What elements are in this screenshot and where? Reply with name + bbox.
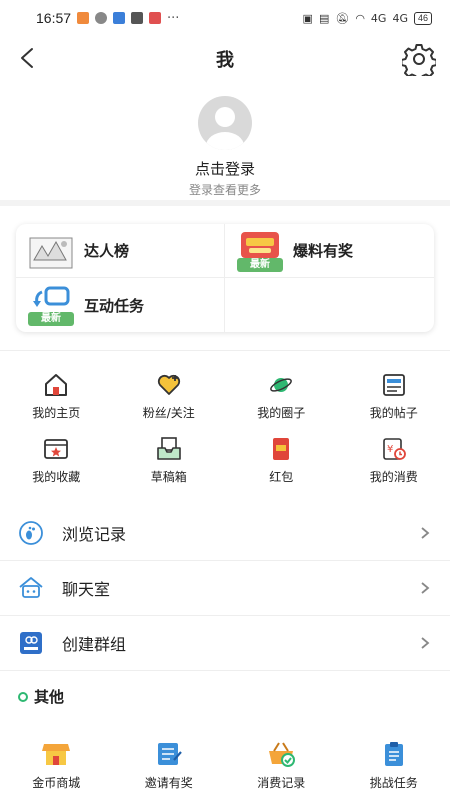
- svg-text:¥: ¥: [387, 444, 393, 455]
- chatroom-icon: [19, 577, 43, 598]
- chevron-right-icon: [421, 527, 430, 539]
- card-empty: [225, 278, 434, 332]
- reward-icon: 最新: [237, 230, 283, 272]
- grid-label: 挑战任务: [369, 776, 418, 790]
- login-link[interactable]: 点击登录: [195, 158, 255, 179]
- card-label: 达人榜: [84, 242, 130, 260]
- back-arrow-icon[interactable]: [16, 46, 40, 70]
- shop-icon: [42, 744, 71, 765]
- more-notify-icon: ···: [167, 10, 180, 26]
- wifi-icon: ◠: [355, 11, 365, 25]
- grid-item-spending[interactable]: ¥ 我的消费: [338, 432, 450, 496]
- signal-icon-2: 4G: [392, 11, 408, 25]
- drafts-icon: [156, 437, 181, 460]
- invite-icon: [157, 743, 182, 765]
- default-avatar-icon: [206, 107, 244, 150]
- grid-item-redpacket[interactable]: 红包: [225, 432, 338, 496]
- basket-icon: [269, 742, 296, 767]
- grid-label: 金币商城: [32, 776, 81, 790]
- grid-label: 我的帖子: [369, 406, 418, 420]
- list-item-create-group[interactable]: 创建群组: [0, 616, 450, 671]
- grid-label: 消费记录: [257, 776, 306, 790]
- grid-label: 我的消费: [369, 470, 418, 484]
- grid-label: 我的收藏: [32, 470, 81, 484]
- list-label: 浏览记录: [62, 525, 127, 544]
- home-icon: [45, 374, 68, 396]
- feature-cards: 达人榜 最新 爆料有奖 最新 互动任务: [16, 224, 434, 332]
- planet-icon: [270, 378, 293, 392]
- other-item-records[interactable]: 消费记录: [225, 736, 338, 796]
- app-notify-icon: [113, 12, 126, 24]
- star-folder-icon: [44, 439, 69, 459]
- status-bar: 16:57 ··· ▣ ▤ 🔕︎ ◠ 4G 4G 46: [0, 0, 450, 36]
- grid-item-home[interactable]: 我的主页: [0, 368, 113, 432]
- profile-section[interactable]: 点击登录 登录查看更多: [0, 82, 450, 200]
- other-grid: 金币商城 邀请有奖 消费记录 挑战任务: [0, 736, 450, 796]
- grid-label: 草稿箱: [150, 470, 187, 484]
- status-time: 16:57: [36, 10, 72, 26]
- card-label: 爆料有奖: [293, 242, 354, 260]
- clipboard-icon: [384, 742, 403, 766]
- create-group-icon: [20, 632, 42, 654]
- grid-label: 粉丝/关注: [142, 406, 195, 420]
- settings-gear-icon[interactable]: [402, 42, 436, 76]
- nav-bar: 我: [0, 36, 450, 82]
- other-item-challenge[interactable]: 挑战任务: [338, 736, 450, 796]
- other-item-shop[interactable]: 金币商城: [0, 736, 113, 796]
- list-item-chatroom[interactable]: 聊天室: [0, 561, 450, 616]
- grid-label: 红包: [269, 470, 294, 484]
- task-icon: 最新: [28, 284, 74, 326]
- card-task[interactable]: 最新 互动任务: [16, 278, 225, 332]
- section-title-other: 其他: [18, 686, 64, 707]
- chevron-right-icon: [421, 582, 430, 594]
- menu-list: 浏览记录 聊天室 创建群组: [0, 506, 450, 671]
- grid-label: 我的主页: [32, 406, 81, 420]
- card-ranking[interactable]: 达人榜: [16, 224, 225, 278]
- app-notify-icon-2: [149, 12, 162, 24]
- grid-item-fans[interactable]: 粉丝/关注: [113, 368, 226, 432]
- ranking-icon: [28, 230, 74, 272]
- spending-icon: ¥: [382, 438, 406, 460]
- grid-item-circle[interactable]: 我的圈子: [225, 368, 338, 432]
- wechat-icon: [95, 12, 108, 24]
- mute-icon: 🔕︎: [335, 11, 350, 25]
- card-label: 互动任务: [84, 296, 145, 315]
- card-reward[interactable]: 最新 爆料有奖: [225, 224, 434, 278]
- section-title-text: 其他: [34, 688, 65, 706]
- green-dot-icon: [18, 691, 28, 702]
- new-tag: 最新: [237, 257, 283, 272]
- section-divider: [0, 200, 450, 206]
- divider: [0, 350, 450, 351]
- heart-plus-icon: [157, 374, 180, 395]
- vibrate-icon: ▤: [318, 11, 330, 25]
- feature-grid: 我的主页 粉丝/关注 我的圈子 我的帖子 我的收藏 草稿箱 红包 ¥ 我的消费: [0, 368, 450, 496]
- list-label: 聊天室: [62, 580, 111, 599]
- notification-icon: [77, 12, 90, 24]
- grid-item-drafts[interactable]: 草稿箱: [113, 432, 226, 496]
- battery-icon: 46: [413, 11, 432, 25]
- gift-icon: [131, 12, 144, 24]
- red-packet-icon: [273, 438, 290, 460]
- footprint-icon: [19, 521, 43, 545]
- list-item-history[interactable]: 浏览记录: [0, 506, 450, 561]
- grid-label: 邀请有奖: [144, 776, 193, 790]
- new-tag: 最新: [28, 312, 74, 326]
- post-icon: [382, 374, 405, 396]
- avatar[interactable]: [198, 96, 252, 150]
- login-subtitle: 登录查看更多: [188, 183, 261, 197]
- nfc-icon: ▣: [302, 11, 313, 25]
- grid-item-posts[interactable]: 我的帖子: [338, 368, 450, 432]
- other-item-invite[interactable]: 邀请有奖: [113, 736, 226, 796]
- page-title: 我: [216, 50, 234, 71]
- grid-label: 我的圈子: [257, 406, 306, 420]
- signal-icon: 4G: [370, 11, 387, 25]
- grid-item-favorites[interactable]: 我的收藏: [0, 432, 113, 496]
- chevron-right-icon: [421, 637, 430, 649]
- list-label: 创建群组: [62, 635, 127, 654]
